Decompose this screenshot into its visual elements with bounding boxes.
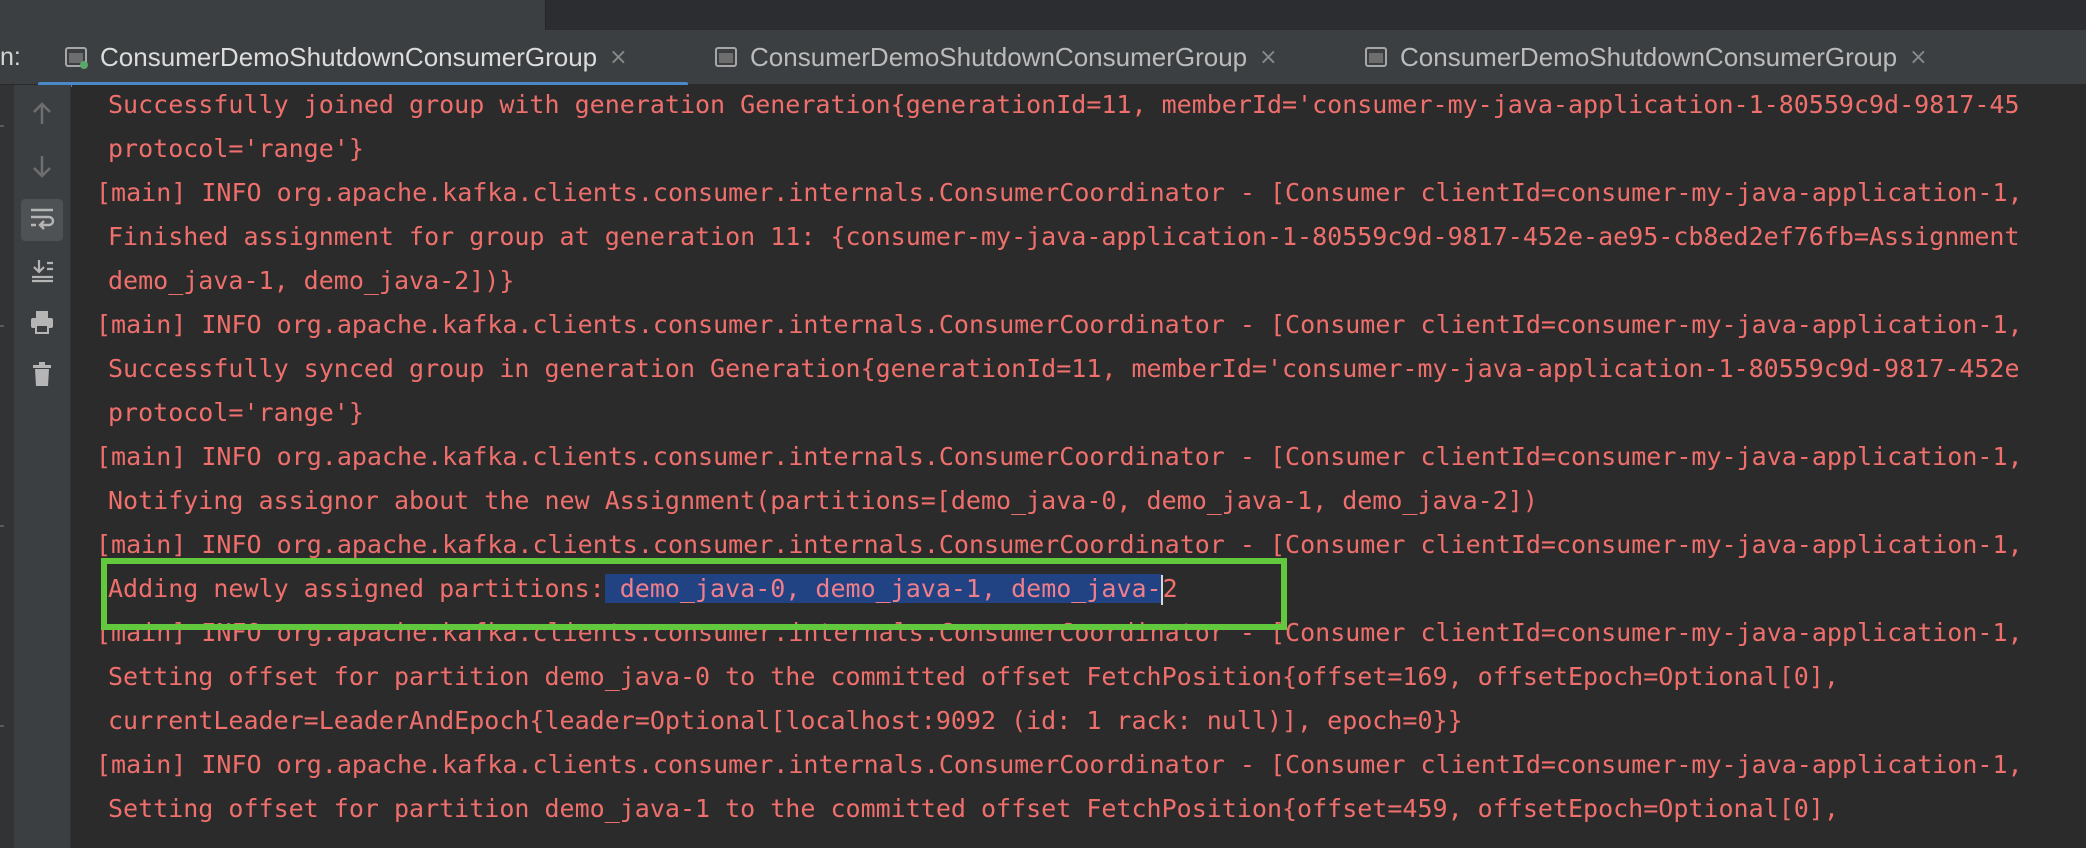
console-line: Notifying assignor about the new Assignm… [108,486,1538,515]
tab-title: ConsumerDemoShutdownConsumerGroup [100,41,598,72]
soft-wrap-button[interactable] [21,199,63,241]
scroll-up-button[interactable] [21,95,63,137]
console-line: Finished assignment for group at generat… [108,222,2020,251]
scroll-to-end-button[interactable] [21,251,63,293]
annotation-highlight-box [101,558,1287,630]
console-line: protocol='range'} [108,398,364,427]
trash-icon [30,361,54,391]
console-line: protocol='range'} [108,134,364,163]
console-line: [main] INFO org.apache.kafka.clients.con… [96,178,2023,207]
run-label: n: [0,43,21,71]
run-tab-bar: n: ConsumerDemoShutdownConsumerGroup × C… [0,30,2086,87]
close-icon[interactable]: × [609,45,627,70]
run-config-icon [1364,45,1388,69]
console-line: Setting offset for partition demo_java-1… [108,794,1839,823]
console-line: Setting offset for partition demo_java-0… [108,662,1839,691]
window-top-bar [0,0,2086,30]
arrow-up-icon [30,101,54,131]
tab-consumer-demo-3[interactable]: ConsumerDemoShutdownConsumerGroup × [1364,30,1928,84]
scroll-down-button[interactable] [21,147,63,189]
top-bar-panel [0,0,546,30]
console-line: [main] INFO org.apache.kafka.clients.con… [96,310,2023,339]
scroll-to-end-icon [29,257,55,287]
console-line: Successfully synced group in generation … [108,354,2020,383]
tab-title: ConsumerDemoShutdownConsumerGroup [1400,41,1898,72]
console-output[interactable]: Successfully joined group with generatio… [72,85,2086,848]
clear-all-button[interactable] [21,355,63,397]
run-config-icon [64,45,88,69]
console-line: Successfully joined group with generatio… [108,90,2020,119]
print-icon [28,309,56,339]
close-icon[interactable]: × [1259,45,1277,70]
console-line: currentLeader=LeaderAndEpoch{leader=Opti… [108,706,1463,735]
console-line: [main] INFO org.apache.kafka.clients.con… [96,442,2023,471]
tab-title: ConsumerDemoShutdownConsumerGroup [750,41,1248,72]
run-config-icon [714,45,738,69]
tab-consumer-demo-1[interactable]: ConsumerDemoShutdownConsumerGroup × [64,30,628,84]
console-line: demo_java-1, demo_java-2])} [108,266,515,295]
close-icon[interactable]: × [1909,45,1927,70]
console-line: [main] INFO org.apache.kafka.clients.con… [96,750,2023,779]
soft-wrap-icon [28,205,56,235]
console-toolbar [14,85,71,848]
arrow-down-icon [30,153,54,183]
tab-consumer-demo-2[interactable]: ConsumerDemoShutdownConsumerGroup × [714,30,1278,84]
print-button[interactable] [21,303,63,345]
